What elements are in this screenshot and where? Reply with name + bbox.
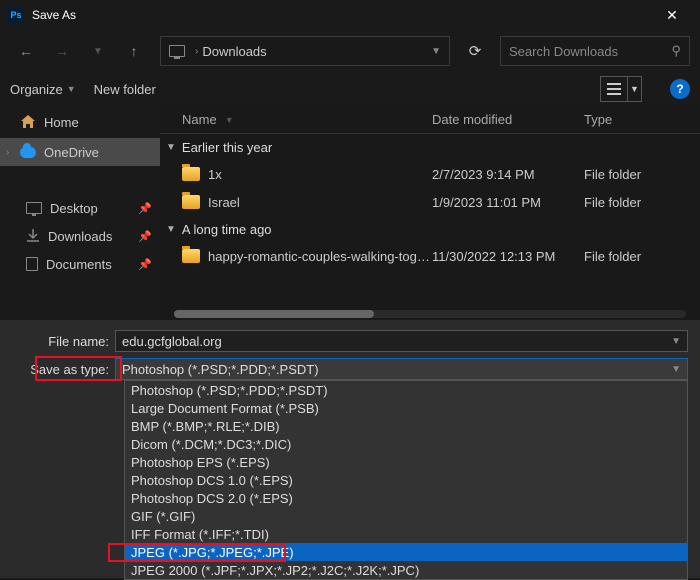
sidebar-item-downloads[interactable]: Downloads 📌	[0, 222, 160, 250]
path-segment: Downloads	[202, 44, 266, 59]
column-headers: Name▼ Date modified Type	[160, 106, 700, 134]
nav-back-button[interactable]: ←	[10, 35, 42, 67]
photoshop-icon: Ps	[8, 7, 24, 23]
folder-icon	[182, 195, 200, 209]
pc-icon	[169, 45, 185, 57]
nav-forward-button[interactable]: →	[46, 35, 78, 67]
sidebar-label: Desktop	[50, 201, 98, 216]
save-as-type-value: Photoshop (*.PSD;*.PDD;*.PSDT)	[122, 362, 319, 377]
file-row[interactable]: 1x 2/7/2023 9:14 PM File folder	[160, 160, 700, 188]
group-label: Earlier this year	[182, 140, 272, 155]
sidebar-label: Home	[44, 115, 79, 130]
save-type-option[interactable]: Photoshop DCS 2.0 (*.EPS)	[125, 489, 687, 507]
column-type[interactable]: Type	[584, 112, 700, 127]
cloud-icon	[20, 147, 36, 158]
sidebar-label: Downloads	[48, 229, 112, 244]
main-area: Home › OneDrive Desktop 📌 Downloads 📌 Do…	[0, 106, 700, 320]
sidebar-item-documents[interactable]: Documents 📌	[0, 250, 160, 278]
file-row[interactable]: happy-romantic-couples-walking-togeth...…	[160, 242, 700, 270]
sidebar-item-home[interactable]: Home	[0, 108, 160, 136]
group-header[interactable]: ▼ Earlier this year	[160, 134, 700, 160]
nav-recent-caret[interactable]: ▼	[82, 35, 114, 67]
desktop-icon	[26, 202, 42, 214]
save-type-option[interactable]: GIF (*.GIF)	[125, 507, 687, 525]
sidebar-label: Documents	[46, 257, 112, 272]
home-icon	[20, 115, 36, 129]
chevron-down-icon: ▼	[67, 84, 76, 94]
sidebar-label: OneDrive	[44, 145, 99, 160]
search-icon: ⚲	[671, 43, 681, 59]
organize-label: Organize	[10, 82, 63, 97]
group-header[interactable]: ▼ A long time ago	[160, 216, 700, 242]
file-type: File folder	[584, 167, 700, 182]
view-mode-caret[interactable]: ▼	[628, 76, 642, 102]
file-type: File folder	[584, 249, 700, 264]
titlebar: Ps Save As ✕	[0, 0, 700, 30]
view-mode-button[interactable]	[600, 76, 628, 102]
pin-icon: 📌	[138, 202, 152, 215]
save-type-option[interactable]: IFF Format (*.IFF;*.TDI)	[125, 525, 687, 543]
save-form: File name: edu.gcfglobal.org ▼ Save as t…	[0, 320, 700, 578]
chevron-right-icon: ›	[195, 46, 198, 57]
search-input[interactable]: Search Downloads ⚲	[500, 36, 690, 66]
file-name-label: File name:	[0, 334, 115, 349]
pin-icon: 📌	[138, 230, 152, 243]
folder-icon	[182, 167, 200, 181]
chevron-down-icon: ▼	[225, 115, 234, 125]
file-name: 1x	[208, 167, 432, 182]
chevron-down-icon[interactable]: ▼	[671, 336, 681, 347]
organize-button[interactable]: Organize ▼	[10, 82, 76, 97]
column-date[interactable]: Date modified	[432, 112, 584, 127]
file-name-input[interactable]: edu.gcfglobal.org ▼	[115, 330, 688, 352]
file-name-value: edu.gcfglobal.org	[122, 334, 222, 349]
horizontal-scrollbar[interactable]	[174, 310, 686, 318]
search-placeholder: Search Downloads	[509, 44, 618, 59]
scrollbar-thumb[interactable]	[174, 310, 374, 318]
column-name[interactable]: Name▼	[182, 112, 432, 127]
window-title: Save As	[32, 8, 652, 22]
document-icon	[26, 257, 38, 271]
save-as-type-label: Save as type:	[0, 362, 115, 377]
save-as-type-select[interactable]: Photoshop (*.PSD;*.PDD;*.PSDT) ▼	[115, 358, 688, 380]
new-folder-label: New folder	[94, 82, 156, 97]
file-row[interactable]: Israel 1/9/2023 11:01 PM File folder	[160, 188, 700, 216]
toolbar: Organize ▼ New folder ▼ ?	[0, 72, 700, 106]
download-icon	[26, 229, 40, 243]
file-date: 2/7/2023 9:14 PM	[432, 167, 584, 182]
folder-icon	[182, 249, 200, 263]
sidebar-item-desktop[interactable]: Desktop 📌	[0, 194, 160, 222]
nav-up-button[interactable]: ↑	[118, 35, 150, 67]
save-type-dropdown[interactable]: Photoshop (*.PSD;*.PDD;*.PSDT)Large Docu…	[124, 380, 688, 580]
group-label: A long time ago	[182, 222, 272, 237]
save-type-option[interactable]: Photoshop EPS (*.EPS)	[125, 453, 687, 471]
sidebar: Home › OneDrive Desktop 📌 Downloads 📌 Do…	[0, 106, 160, 320]
file-date: 1/9/2023 11:01 PM	[432, 195, 584, 210]
chevron-down-icon: ▼	[166, 142, 176, 153]
file-date: 11/30/2022 12:13 PM	[432, 249, 584, 264]
save-type-option[interactable]: Photoshop (*.PSD;*.PDD;*.PSDT)	[125, 381, 687, 399]
chevron-down-icon[interactable]: ▼	[671, 364, 681, 375]
save-type-option[interactable]: Photoshop DCS 1.0 (*.EPS)	[125, 471, 687, 489]
chevron-down-icon[interactable]: ▼	[431, 46, 441, 57]
pin-icon: 📌	[138, 258, 152, 271]
sidebar-item-onedrive[interactable]: › OneDrive	[0, 138, 160, 166]
file-name: Israel	[208, 195, 432, 210]
save-type-option[interactable]: Large Document Format (*.PSB)	[125, 399, 687, 417]
save-type-option[interactable]: JPEG (*.JPG;*.JPEG;*.JPE)	[125, 543, 687, 561]
file-type: File folder	[584, 195, 700, 210]
navbar: ← → ▼ ↑ › Downloads ▼ ⟳ Search Downloads…	[0, 30, 700, 72]
save-type-option[interactable]: JPEG 2000 (*.JPF;*.JPX;*.JP2;*.J2C;*.J2K…	[125, 561, 687, 579]
address-bar[interactable]: › Downloads ▼	[160, 36, 450, 66]
chevron-right-icon[interactable]: ›	[6, 147, 9, 158]
save-type-option[interactable]: BMP (*.BMP;*.RLE;*.DIB)	[125, 417, 687, 435]
help-button[interactable]: ?	[670, 79, 690, 99]
file-list: Name▼ Date modified Type ▼ Earlier this y…	[160, 106, 700, 320]
save-type-option[interactable]: Dicom (*.DCM;*.DC3;*.DIC)	[125, 435, 687, 453]
chevron-down-icon: ▼	[166, 224, 176, 235]
close-button[interactable]: ✕	[652, 7, 692, 24]
refresh-button[interactable]: ⟳	[460, 36, 490, 66]
file-name: happy-romantic-couples-walking-togeth...	[208, 249, 432, 264]
new-folder-button[interactable]: New folder	[94, 82, 156, 97]
